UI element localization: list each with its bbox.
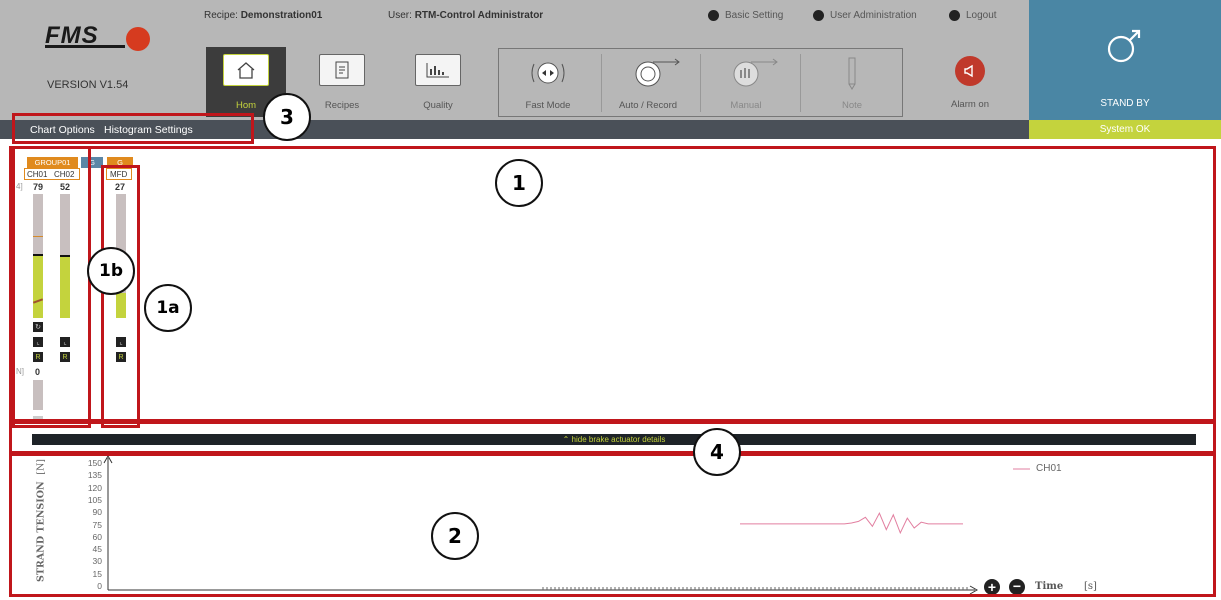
annotation-box-4 — [9, 421, 1216, 454]
annotation-box-1 — [9, 146, 1216, 422]
callout-3: 3 — [263, 93, 311, 141]
annotation-box-2 — [9, 453, 1216, 597]
callout-2: 2 — [431, 512, 479, 560]
annotation-box-1b — [12, 146, 91, 428]
callout-1b: 1b — [87, 247, 135, 295]
callout-1: 1 — [495, 159, 543, 207]
annotation-box-3 — [12, 113, 254, 144]
annotation-box-1a — [101, 165, 140, 428]
callout-1a: 1a — [144, 284, 192, 332]
callout-4: 4 — [693, 428, 741, 476]
